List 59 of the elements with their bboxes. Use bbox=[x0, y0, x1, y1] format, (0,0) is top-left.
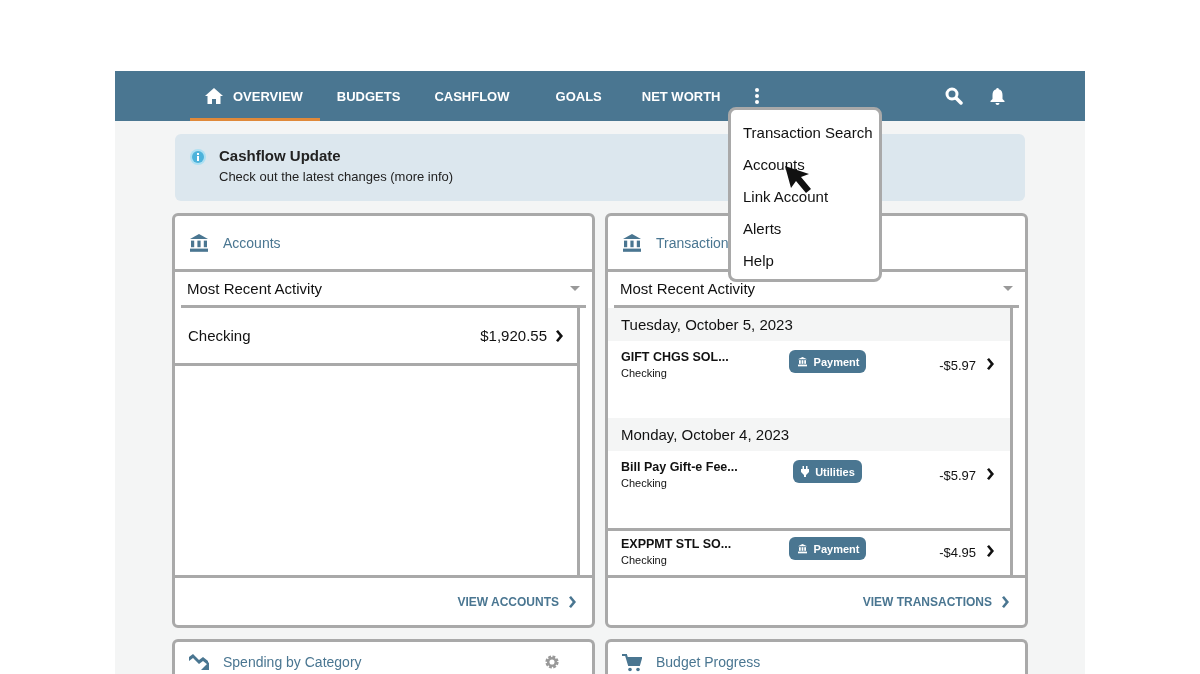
chevron-right-icon bbox=[568, 595, 576, 608]
view-transactions-link[interactable]: VIEW TRANSACTIONS bbox=[862, 594, 1009, 609]
transaction-name: EXPPMT STL SO... bbox=[621, 537, 733, 551]
transaction-amount: -$4.95 bbox=[939, 545, 976, 560]
bank-icon bbox=[189, 232, 209, 253]
card-title: Budget Progress bbox=[656, 654, 761, 670]
account-row[interactable]: Checking $1,920.55 bbox=[175, 308, 577, 366]
card-title: Spending by Category bbox=[223, 654, 362, 670]
banner-title: Cashflow Update bbox=[219, 147, 342, 164]
transaction-amount: -$5.97 bbox=[939, 468, 976, 483]
account-label: Checking bbox=[621, 477, 668, 489]
nav-tab[interactable]: OVERVIEW bbox=[190, 71, 320, 121]
banner-text: Check out the latest changes (more info) bbox=[219, 169, 454, 184]
nav-tab[interactable]: NET WORTH bbox=[626, 71, 738, 121]
date-header: Monday, October 4, 2023 bbox=[608, 418, 1010, 451]
caret-icon bbox=[1003, 286, 1013, 291]
sort-dropdown[interactable]: Most Recent Activity bbox=[181, 272, 586, 308]
account-name: Checking bbox=[188, 327, 251, 344]
info-icon bbox=[189, 148, 207, 166]
caret-icon bbox=[570, 286, 580, 291]
transaction-row[interactable]: EXPPMT STL SO... Checking Payment -$4.95 bbox=[608, 531, 1010, 574]
cart-icon bbox=[622, 654, 642, 672]
menu-item[interactable]: Link Account bbox=[743, 180, 879, 212]
chevron-right-icon bbox=[986, 545, 994, 557]
transaction-name: Bill Pay Gift-e Fee... bbox=[621, 460, 739, 474]
category-tag: Utilities bbox=[793, 460, 862, 483]
home-icon bbox=[205, 88, 223, 104]
nav-tab[interactable]: GOALS bbox=[540, 71, 619, 121]
chevron-right-icon bbox=[1001, 595, 1009, 608]
menu-item[interactable]: Alerts bbox=[743, 212, 879, 244]
bell-icon[interactable] bbox=[989, 87, 1006, 105]
menu-item[interactable]: Transaction Search bbox=[743, 116, 879, 148]
card-title: Accounts bbox=[223, 234, 281, 251]
more-options-icon[interactable] bbox=[754, 88, 761, 104]
plug-icon bbox=[801, 466, 810, 477]
bank-icon bbox=[796, 356, 808, 367]
search-icon[interactable] bbox=[945, 87, 963, 105]
nav-tab[interactable]: CASHFLOW bbox=[419, 71, 527, 121]
view-accounts-link[interactable]: VIEW ACCOUNTS bbox=[457, 594, 576, 609]
account-label: Checking bbox=[621, 554, 668, 566]
chart-icon bbox=[189, 654, 209, 670]
chevron-right-icon bbox=[986, 468, 994, 480]
chevron-right-icon bbox=[986, 358, 994, 370]
transaction-row[interactable]: GIFT CHGS SOL... Checking Payment -$5.97 bbox=[608, 341, 1010, 418]
account-label: Checking bbox=[621, 367, 668, 379]
transaction-name: GIFT CHGS SOL... bbox=[621, 350, 730, 364]
menu-item[interactable]: Accounts bbox=[743, 148, 879, 180]
bank-icon bbox=[622, 232, 642, 253]
bank-icon bbox=[796, 543, 808, 554]
card-title: Transaction bbox=[656, 234, 729, 251]
transaction-amount: -$5.97 bbox=[939, 358, 976, 373]
date-header: Tuesday, October 5, 2023 bbox=[608, 308, 1010, 341]
category-tag: Payment bbox=[788, 350, 867, 373]
transaction-row[interactable]: Bill Pay Gift-e Fee... Checking Utilities -$5.97 bbox=[608, 451, 1010, 528]
nav-tab[interactable]: BUDGETS bbox=[321, 71, 418, 121]
chevron-right-icon bbox=[555, 329, 563, 342]
account-balance: $1,920.55 bbox=[480, 327, 547, 344]
category-tag: Payment bbox=[788, 537, 867, 560]
settings-icon[interactable] bbox=[544, 654, 560, 670]
